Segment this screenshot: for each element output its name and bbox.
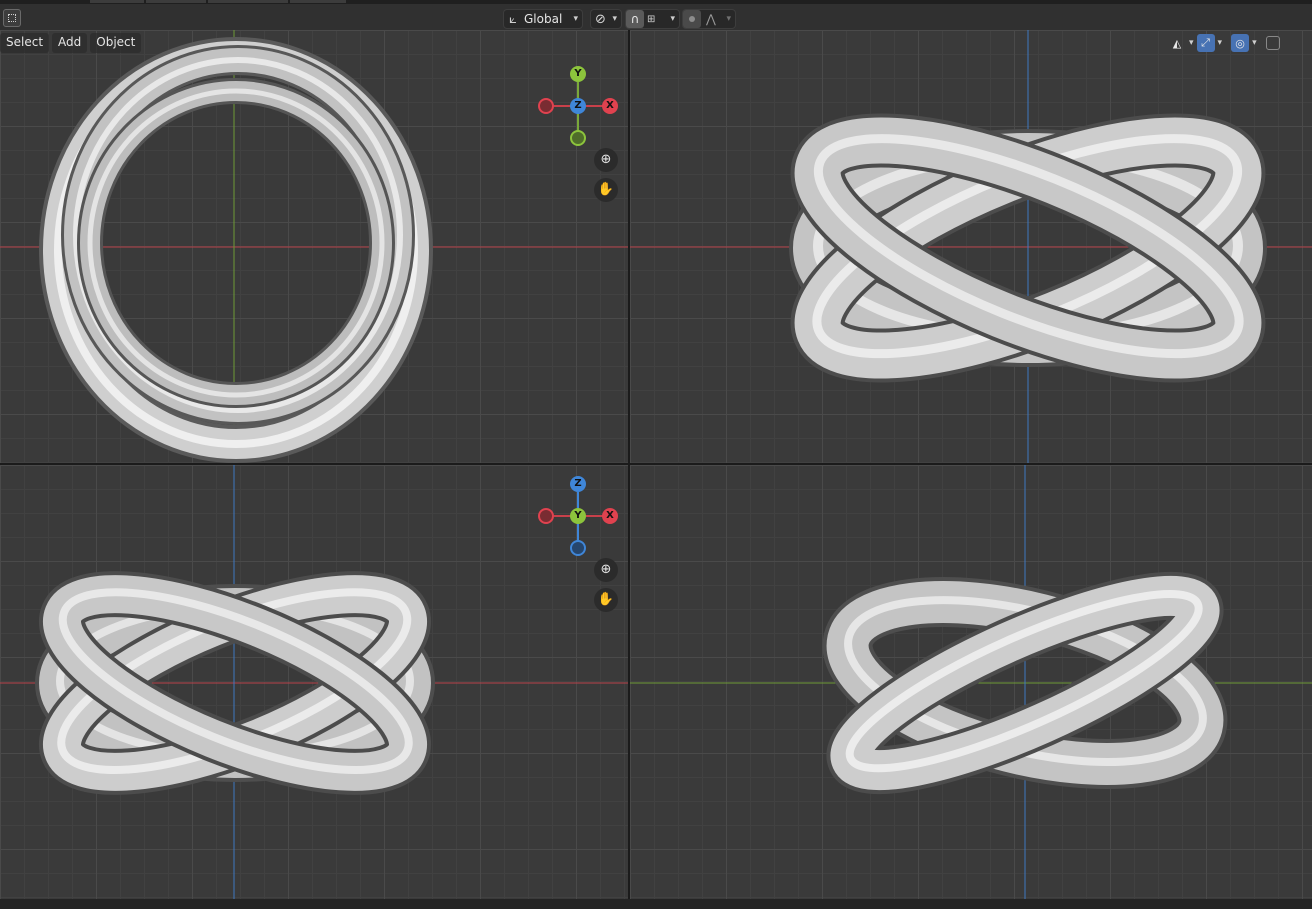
- navigation-gizmo-front[interactable]: Z Y X: [528, 466, 628, 566]
- gizmo-y-axis[interactable]: Y: [570, 508, 586, 524]
- menu-select[interactable]: Select: [0, 33, 50, 53]
- menu-object[interactable]: Object: [90, 33, 142, 53]
- viewport-display-controls: ◭ ▾ ⤢ ▾ ◎ ▾: [1168, 33, 1280, 53]
- gizmo-neg-x-axis[interactable]: [538, 508, 554, 524]
- ring-highlight: [87, 88, 385, 398]
- viewport-separator-horizontal[interactable]: [0, 463, 1312, 465]
- proportional-editing-group: ⋀ ▾: [682, 9, 736, 29]
- pivot-point-icon: ⊘: [595, 11, 606, 27]
- object-type-visibility-icon[interactable]: ◭: [1168, 34, 1186, 52]
- viewport-persp-canvas: [630, 30, 1312, 463]
- gizmo-neg-y-axis[interactable]: [570, 130, 586, 146]
- viewport-header: ⟀ Global ▾ ⊘ ▾ ∩ ⊞ ▾ ⋀ ▾: [0, 4, 1312, 33]
- gizmo-y-axis[interactable]: Y: [570, 66, 586, 82]
- transform-orientation-icon: ⟀: [509, 11, 517, 27]
- falloff-curve-icon[interactable]: ⋀: [706, 12, 716, 26]
- viewport-user-perspective[interactable]: [630, 30, 1312, 463]
- chevron-down-icon[interactable]: ▾: [1189, 38, 1194, 48]
- chevron-down-icon: ▾: [612, 14, 617, 24]
- pan-hand-icon[interactable]: ✋: [594, 178, 618, 202]
- chevron-down-icon[interactable]: ▾: [670, 14, 675, 24]
- editor-type-icon[interactable]: [3, 9, 21, 27]
- gizmo-neg-z-axis[interactable]: [570, 540, 586, 556]
- crossed-rings-mesh: [35, 571, 435, 795]
- toggle-xray-icon[interactable]: [1265, 36, 1280, 50]
- magnet-snap-icon[interactable]: ∩: [626, 10, 644, 28]
- snap-increment-icon[interactable]: ⊞: [647, 14, 655, 25]
- gizmo-x-axis[interactable]: X: [602, 98, 618, 114]
- transform-orientation-dropdown[interactable]: ⟀ Global ▾: [503, 9, 583, 29]
- viewport-menu: Select Add Object: [0, 33, 142, 53]
- proportional-edit-icon[interactable]: [683, 10, 701, 28]
- chevron-down-icon[interactable]: ▾: [726, 14, 731, 24]
- gizmo-neg-x-axis[interactable]: [538, 98, 554, 114]
- gizmo-x-axis[interactable]: X: [602, 508, 618, 524]
- overlays-icon[interactable]: ◎: [1231, 34, 1250, 52]
- chevron-down-icon[interactable]: ▾: [1252, 38, 1257, 48]
- viewport-side-canvas: [630, 465, 1312, 899]
- viewport-side-view[interactable]: [630, 465, 1312, 899]
- gizmo-z-axis[interactable]: Z: [570, 476, 586, 492]
- pivot-point-dropdown[interactable]: ⊘ ▾: [590, 9, 622, 29]
- status-bar: [0, 899, 1312, 909]
- pan-hand-icon[interactable]: ✋: [594, 588, 618, 612]
- chevron-down-icon[interactable]: ▾: [1218, 38, 1223, 48]
- gizmo-z-axis[interactable]: Z: [570, 98, 586, 114]
- navigation-gizmo-top[interactable]: Y Z X: [528, 56, 628, 156]
- chevron-down-icon: ▾: [573, 14, 578, 24]
- blender-app: ⟀ Global ▾ ⊘ ▾ ∩ ⊞ ▾ ⋀ ▾ Select Add Obje…: [0, 0, 1312, 909]
- viewport-gizmos-icon[interactable]: ⤢: [1196, 34, 1215, 52]
- transform-orientation-label: Global: [524, 12, 563, 26]
- menu-add[interactable]: Add: [52, 33, 88, 53]
- snapping-group: ∩ ⊞ ▾: [625, 9, 680, 29]
